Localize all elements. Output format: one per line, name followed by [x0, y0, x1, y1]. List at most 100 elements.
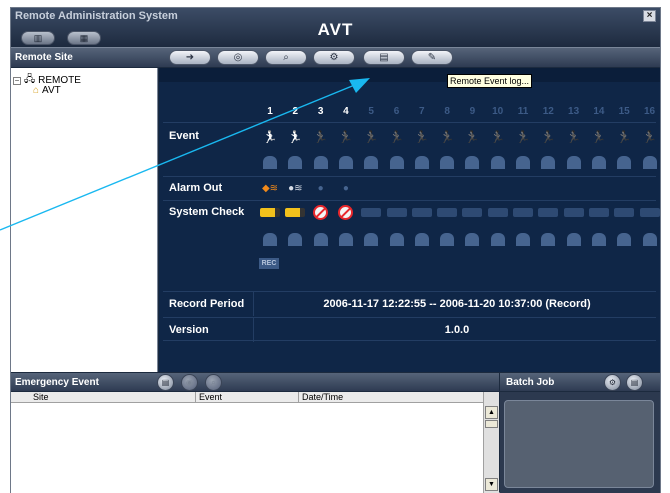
disk-icon [338, 232, 353, 246]
collapse-icon[interactable]: − [13, 76, 21, 85]
batch-list-button[interactable]: ▤ [626, 374, 643, 391]
alarm-out-cell: ◆≋ [259, 180, 281, 196]
camera-icon [639, 207, 660, 217]
event-cell: 🏃 [310, 129, 332, 145]
system-check-disk-cell [436, 231, 458, 247]
watch-button[interactable]: ◎ [217, 50, 259, 65]
system-check-cell [512, 204, 534, 220]
record-period-row: Record Period 2006-11-17 12:22:55 -- 200… [163, 291, 656, 316]
camera-icon [386, 207, 407, 217]
column-site[interactable]: Site [11, 392, 195, 403]
channel-number: 7 [419, 106, 425, 117]
system-check-label: System Check [169, 206, 245, 218]
event-cell: 🏃 [436, 129, 458, 145]
event-cell: 🏃 [613, 129, 635, 145]
scroll-thumb[interactable] [485, 420, 498, 428]
remote-control-button[interactable]: ✎ [411, 50, 453, 65]
system-check-cell [563, 204, 585, 220]
disk-icon [541, 232, 556, 246]
event-cell: 🏃 [461, 129, 483, 145]
scroll-down-icon[interactable]: ▼ [485, 478, 498, 491]
channel-number: 13 [568, 106, 580, 117]
system-check-cell [411, 204, 433, 220]
system-check-disk-cell [588, 231, 610, 247]
channel-number: 12 [542, 106, 554, 117]
event-disk-cell [436, 154, 458, 170]
event-disk-cell [411, 154, 433, 170]
system-check-disk-cell [360, 231, 382, 247]
status-panel: 1 2 3 4 5 6 7 8 9 10 11 12 13 14 15 16 Event 🏃 🏃 🏃 🏃 🏃 🏃 🏃 🏃 🏃 🏃… [159, 68, 660, 372]
alarm-siren-icon: ◆≋ [261, 182, 279, 194]
status-header-strip [159, 68, 660, 82]
tooltip: Remote Event log... [447, 74, 532, 88]
no-signal-icon [313, 204, 329, 220]
event-disk-cell [537, 154, 559, 170]
emergency-event-list[interactable]: Site Event Date/Time ▲ ▼ [11, 392, 499, 493]
close-button[interactable]: × [643, 10, 656, 22]
vertical-scrollbar[interactable]: ▲ ▼ [483, 392, 499, 493]
system-check-cell [639, 204, 661, 220]
event-cell: 🏃 [563, 129, 585, 145]
channel-number: 11 [517, 106, 529, 117]
list-header: Site Event Date/Time [11, 392, 483, 403]
event-disk-cell [360, 154, 382, 170]
tree-node-avt[interactable]: ⌂ AVT [33, 85, 61, 96]
motion-sensor-icon: 🏃 [439, 130, 455, 144]
column-date-time[interactable]: Date/Time [298, 392, 483, 403]
disk-icon [617, 155, 632, 169]
system-check-disk-cell [411, 231, 433, 247]
record-period-value: 2006-11-17 12:22:55 -- 2006-11-20 10:37:… [323, 298, 591, 310]
channel-number: 6 [393, 106, 400, 117]
version-label: Version [169, 324, 209, 336]
layout-single-button[interactable]: ▥ [21, 31, 55, 45]
setup-button[interactable]: ⚙ [313, 50, 355, 65]
emergency-list-button[interactable]: ▤ [157, 374, 174, 391]
batch-job-list[interactable] [504, 400, 654, 488]
event-disk-cell [588, 154, 610, 170]
event-disk-cell [310, 154, 332, 170]
channel-number: 10 [492, 106, 504, 117]
system-check-disk-cell [639, 231, 661, 247]
event-cell: 🏃 [487, 129, 509, 145]
motion-sensor-icon: 🏃 [414, 130, 430, 144]
disk-icon [440, 232, 455, 246]
channel-number: 9 [469, 106, 476, 117]
connect-button[interactable]: ➜ [169, 50, 211, 65]
motion-sensor-icon: 🏃 [287, 130, 303, 144]
system-check-cell [310, 204, 332, 220]
motion-sensor-icon: 🏃 [616, 130, 632, 144]
camera-icon [361, 207, 382, 217]
motion-sensor-icon: 🏃 [515, 130, 531, 144]
disk-icon [288, 155, 303, 169]
site-tree: − 🖧 REMOTE ⌂ AVT [11, 68, 158, 372]
divider [163, 200, 656, 201]
batch-run-button[interactable]: ⚙ [604, 374, 621, 391]
channel-number: 3 [317, 106, 324, 117]
search-button[interactable]: ⌕ [265, 50, 307, 65]
system-check-cell [284, 204, 306, 220]
remote-event-log-button[interactable]: ▤ [363, 50, 405, 65]
camera-icon [260, 207, 280, 217]
column-event[interactable]: Event [195, 392, 298, 403]
system-check-disk-cell [310, 231, 332, 247]
disk-icon [642, 232, 657, 246]
alarm-siren-icon: ●≋ [288, 182, 303, 194]
system-check-disk-cell [487, 231, 509, 247]
camera-icon [437, 207, 458, 217]
emergency-search-button[interactable]: ⌕ [205, 374, 222, 391]
event-disk-cell [563, 154, 585, 170]
app-name: AVT [317, 20, 354, 39]
scroll-up-icon[interactable]: ▲ [485, 406, 498, 419]
layout-grid-button[interactable]: ▦ [67, 31, 101, 45]
disk-icon [566, 232, 581, 246]
motion-sensor-icon: 🏃 [591, 130, 607, 144]
emergency-ack-button[interactable]: ◉ [181, 374, 198, 391]
channel-number: 15 [618, 106, 630, 117]
emergency-event-title: Emergency Event [15, 377, 99, 388]
channel-number: 2 [292, 106, 299, 117]
title-bar[interactable]: Remote Administration System AVT × ▥ ▦ [11, 8, 660, 46]
channel-number: 14 [593, 106, 605, 117]
disk-icon [566, 155, 581, 169]
no-signal-icon [338, 204, 354, 220]
system-check-disk-cell [284, 231, 306, 247]
